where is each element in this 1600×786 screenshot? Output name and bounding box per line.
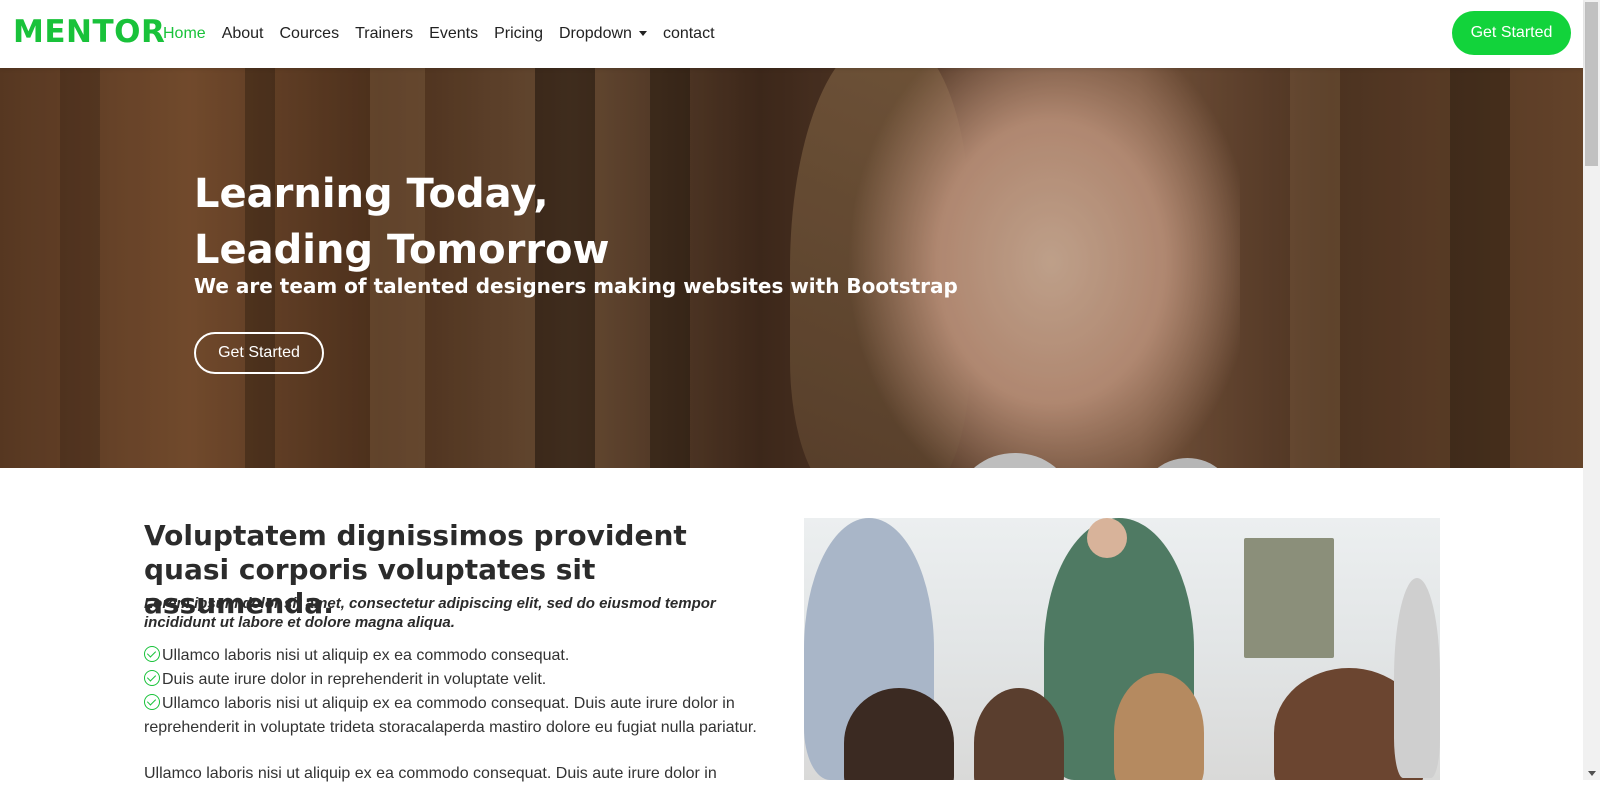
nav-home[interactable]: Home [163, 25, 206, 43]
list-item: Ullamco laboris nisi ut aliquip ex ea co… [144, 644, 784, 668]
check-circle-icon [144, 694, 160, 710]
team-photo-frame [1244, 538, 1334, 658]
hero-title: Learning Today, Leading Tomorrow [194, 166, 610, 278]
nav-about[interactable]: About [222, 25, 264, 43]
list-item-text: Duis aute irure dolor in reprehenderit i… [162, 671, 547, 688]
main-nav: Home About Cources Trainers Events Prici… [163, 0, 731, 68]
list-item: Ullamco laboris nisi ut aliquip ex ea co… [144, 692, 784, 740]
nav-trainers[interactable]: Trainers [355, 25, 413, 43]
logo[interactable]: MENTOR [13, 14, 165, 50]
hero-title-line2: Leading Tomorrow [194, 227, 610, 273]
scrollbar[interactable] [1583, 0, 1600, 780]
nav-dropdown-label: Dropdown [559, 25, 632, 42]
get-started-button[interactable]: Get Started [1452, 11, 1571, 55]
hero-title-line1: Learning Today, [194, 171, 549, 217]
about-list: Ullamco laboris nisi ut aliquip ex ea co… [144, 644, 784, 740]
about-lead: Lorem ipsum dolor sit amet, consectetur … [144, 595, 716, 631]
scrollbar-thumb[interactable] [1585, 2, 1598, 166]
nav-pricing[interactable]: Pricing [494, 25, 543, 43]
team-photo-person [1394, 578, 1440, 778]
team-photo-person [1087, 518, 1127, 558]
list-item: Duis aute irure dolor in reprehenderit i… [144, 668, 784, 692]
team-photo [804, 518, 1440, 780]
hero-get-started-button[interactable]: Get Started [194, 332, 324, 374]
nav-events[interactable]: Events [429, 25, 478, 43]
check-circle-icon [144, 646, 160, 662]
about-paragraph: Ullamco laboris nisi ut aliquip ex ea co… [144, 765, 717, 782]
nav-cources[interactable]: Cources [280, 25, 340, 43]
list-item-text: Ullamco laboris nisi ut aliquip ex ea co… [144, 695, 757, 736]
hero-subtitle: We are team of talented designers making… [194, 274, 958, 298]
site-header: MENTOR Home About Cources Trainers Event… [0, 0, 1583, 68]
nav-dropdown[interactable]: Dropdown [559, 25, 647, 43]
check-circle-icon [144, 670, 160, 686]
hero-section: Learning Today, Leading Tomorrow We are … [0, 68, 1583, 468]
scroll-down-arrow-icon[interactable] [1588, 771, 1596, 776]
nav-contact[interactable]: contact [663, 25, 715, 43]
team-photo-person [844, 688, 954, 780]
list-item-text: Ullamco laboris nisi ut aliquip ex ea co… [162, 647, 570, 664]
caret-down-icon [638, 30, 647, 36]
